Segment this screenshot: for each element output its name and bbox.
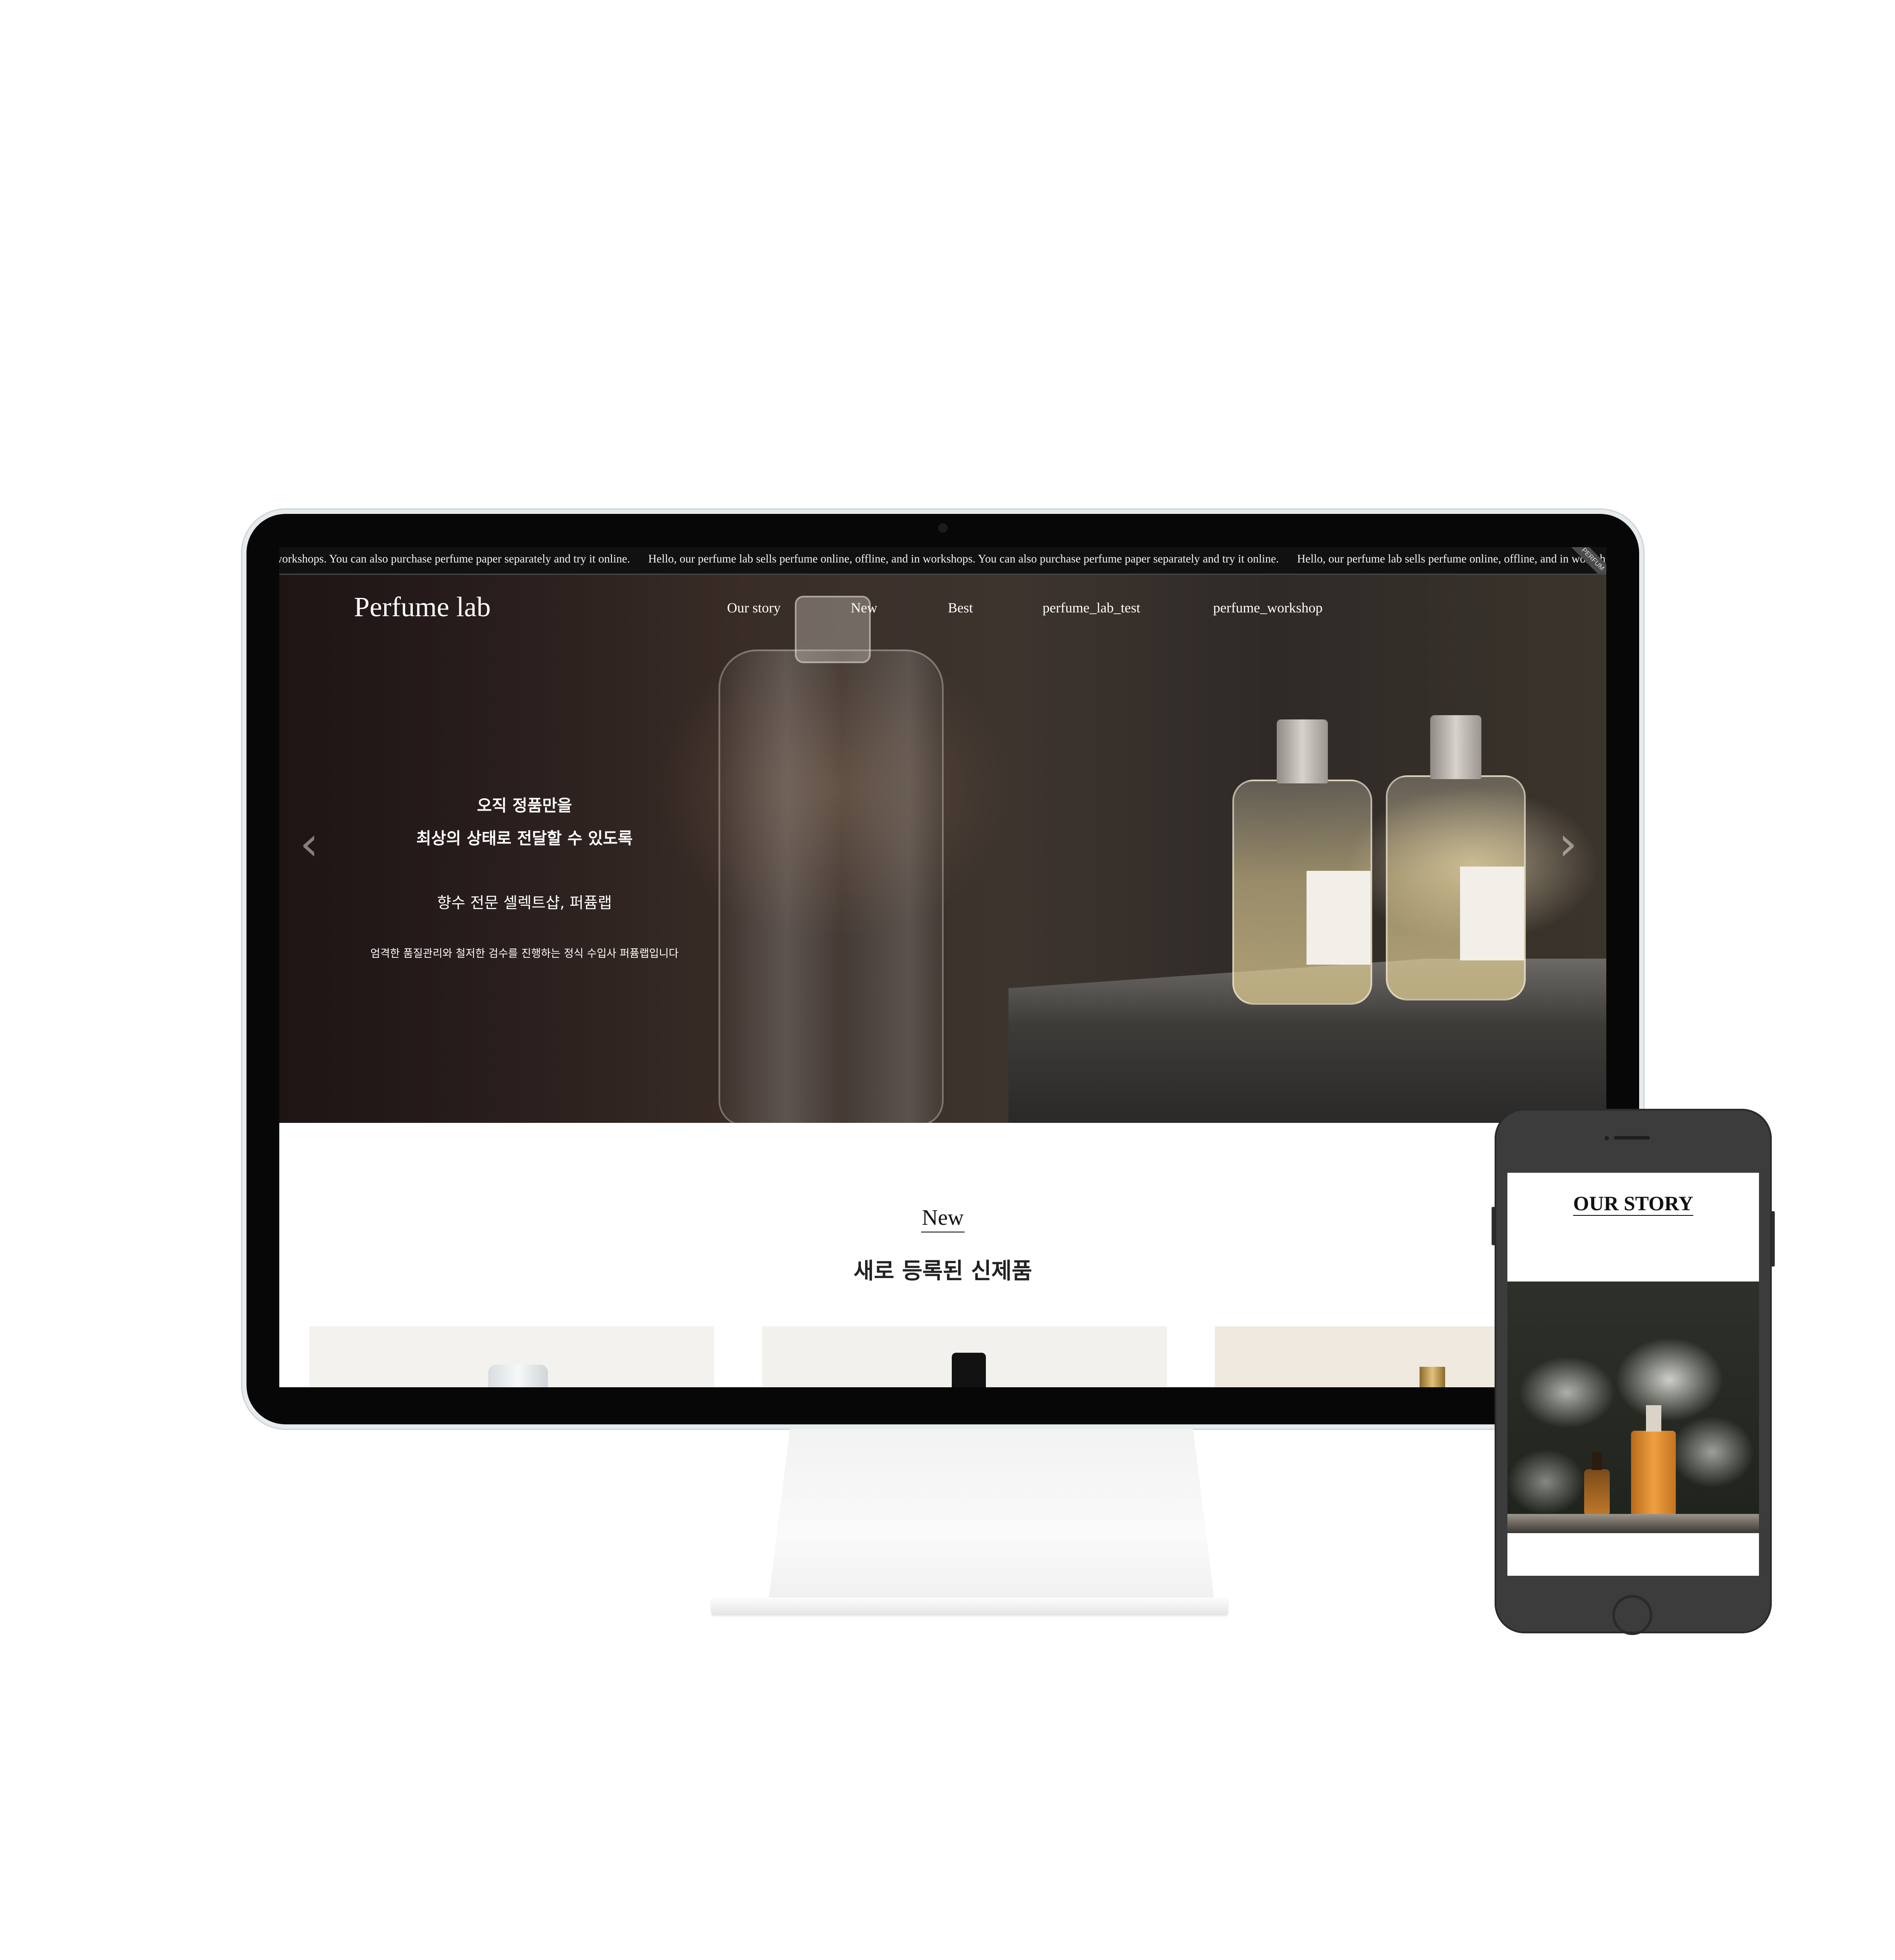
bottle-label: [1307, 871, 1371, 965]
phone-volume-button: [1492, 1207, 1495, 1245]
our-story-image: [1507, 1282, 1759, 1533]
hero-overlay: [279, 575, 748, 1123]
monitor-stand: [768, 1429, 1215, 1608]
image-ledge: [1507, 1514, 1759, 1533]
bottle-label: [1460, 867, 1524, 960]
nav-perfume-lab-test[interactable]: perfume_lab_test: [1043, 600, 1140, 616]
monitor-frame: s workshops. You can also purchase perfu…: [246, 514, 1639, 1424]
new-section-subtitle: 새로 등록된 신제품: [853, 1258, 1032, 1284]
amber-bottle-small: [1584, 1452, 1610, 1516]
product-image: [952, 1353, 986, 1387]
bottle-cap: [1277, 719, 1328, 783]
phone-speaker: [1614, 1136, 1650, 1139]
nav-best[interactable]: Best: [948, 600, 973, 616]
phone-frame: OUR STORY: [1492, 1109, 1775, 1635]
product-image: [1420, 1367, 1445, 1387]
hero-description: 엄격한 품질관리와 철저한 검수를 진행하는 정식 수입사 퍼퓸랩입니다: [370, 947, 679, 960]
product-image: [488, 1365, 548, 1387]
announcement-marquee: s workshops. You can also purchase perfu…: [279, 547, 1606, 575]
marquee-text: s workshops. You can also purchase perfu…: [279, 552, 630, 565]
bottle-cap: [1430, 715, 1481, 779]
phone-power-button: [1771, 1211, 1775, 1267]
hero-banner: Perfume lab Our story New Best perfume_l…: [279, 575, 1606, 1123]
chevron-right-icon[interactable]: ›: [1559, 820, 1577, 867]
desktop-screen: s workshops. You can also purchase perfu…: [279, 547, 1606, 1387]
our-story-title: OUR STORY: [1573, 1192, 1693, 1216]
phone-screen: OUR STORY: [1507, 1173, 1759, 1576]
nav-our-story[interactable]: Our story: [727, 600, 781, 616]
marquee-track: s workshops. You can also purchase perfu…: [279, 552, 1606, 565]
marquee-text: Hello, our perfume lab sells perfume onl…: [648, 552, 1279, 565]
our-story-heading: OUR STORY: [1507, 1192, 1759, 1216]
section-label: New: [279, 1205, 1606, 1232]
hero-perfume-bottle: [1232, 719, 1372, 1005]
monitor-stand-base: [711, 1598, 1228, 1615]
hero-headline-1: 오직 정품만을: [477, 796, 572, 815]
camera-icon: [938, 523, 948, 533]
amber-bottle-large: [1631, 1405, 1676, 1516]
product-card[interactable]: [309, 1326, 714, 1387]
home-button[interactable]: [1612, 1595, 1652, 1635]
phone-camera-icon: [1605, 1136, 1609, 1140]
site-logo[interactable]: Perfume lab: [354, 591, 491, 623]
nav-new[interactable]: New: [851, 600, 877, 616]
product-card[interactable]: [762, 1326, 1167, 1387]
hero-headline-2: 최상의 상태로 전달할 수 있도록: [416, 829, 633, 848]
new-section-title: New: [921, 1206, 965, 1232]
bottle-cap: [1646, 1405, 1661, 1432]
bottle-cap: [1592, 1452, 1602, 1470]
nav-perfume-workshop[interactable]: perfume_workshop: [1213, 600, 1323, 616]
hero-perfume-bottle: [1386, 715, 1526, 1000]
hero-glass-bottle: [719, 596, 944, 1123]
hero-subtitle: 향수 전문 셀렉트샵, 퍼퓸랩: [437, 894, 612, 912]
marquee-text: Hello, our perfume lab sells perfume onl…: [1297, 552, 1605, 565]
